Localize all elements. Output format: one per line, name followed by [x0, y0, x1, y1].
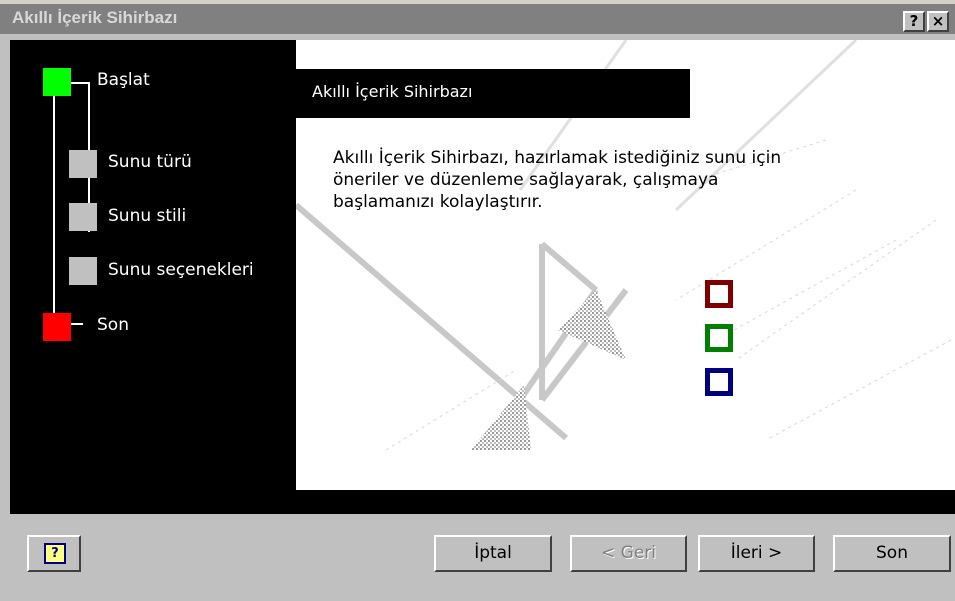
step-label-type: Sunu türü — [108, 152, 192, 172]
finish-button[interactable]: Son — [833, 535, 951, 572]
wizard-window: Akıllı İçerik Sihirbazı ? × Başlat Sunu … — [0, 0, 955, 601]
back-button[interactable]: < Geri — [570, 535, 687, 572]
step-label-end: Son — [97, 315, 129, 335]
step-label-options: Sunu seçenekleri — [108, 260, 254, 280]
panel-description: Akıllı İçerik Sihirbazı, hazırlamak iste… — [333, 148, 782, 212]
cancel-button[interactable]: İptal — [434, 535, 552, 572]
square-red-icon — [705, 280, 733, 308]
title-close-button[interactable]: × — [927, 11, 949, 32]
window-title: Akıllı İçerik Sihirbazı — [12, 8, 178, 27]
step-label-style: Sunu stili — [108, 206, 187, 226]
square-blue-icon — [705, 368, 733, 396]
square-green-icon — [705, 324, 733, 352]
step-marker-style — [69, 203, 97, 231]
step-connector — [71, 82, 89, 84]
next-button[interactable]: İleri > — [698, 535, 815, 572]
steps-panel: Başlat Sunu türü Sunu stili Sunu seçenek… — [10, 40, 296, 490]
steps-connector-line — [53, 82, 55, 324]
help-icon: ? — [44, 543, 66, 564]
step-label-start: Başlat — [97, 70, 150, 90]
step-marker-type — [69, 150, 97, 178]
panel-heading-banner: Akıllı İçerik Sihirbazı — [296, 69, 690, 118]
step-marker-end — [43, 313, 71, 341]
help-button[interactable]: ? — [27, 535, 81, 572]
title-bar[interactable]: Akıllı İçerik Sihirbazı ? × — [0, 4, 955, 34]
step-marker-start — [43, 68, 71, 96]
title-help-button[interactable]: ? — [903, 11, 925, 32]
step-marker-options — [69, 257, 97, 285]
panel-heading: Akıllı İçerik Sihirbazı — [312, 82, 473, 101]
